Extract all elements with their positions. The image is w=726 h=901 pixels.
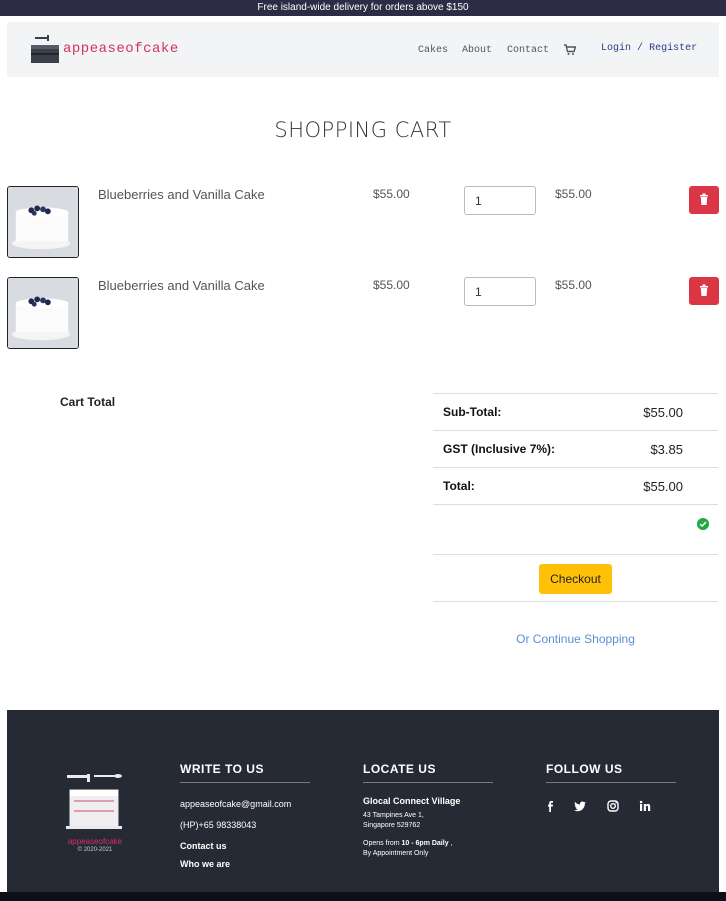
follow-heading: FOLLOW US <box>546 762 676 783</box>
quantity-input[interactable] <box>464 277 536 306</box>
product-image[interactable] <box>7 277 79 349</box>
linkedin-icon[interactable] <box>638 799 652 813</box>
nav-cakes[interactable]: Cakes <box>418 45 448 56</box>
contact-us-link[interactable]: Contact us <box>180 841 310 851</box>
contact-email[interactable]: appeaseofcake@gmail.com <box>180 799 310 809</box>
follow-us-column: FOLLOW US <box>546 762 676 783</box>
footer-brand-name: appeaseofcake <box>67 837 123 846</box>
trash-icon <box>700 284 708 296</box>
continue-shopping-link[interactable]: Or Continue Shopping <box>433 632 718 646</box>
brand-name[interactable]: appeaseofcake <box>63 41 179 57</box>
write-heading: WRITE TO US <box>180 762 310 783</box>
quantity-input[interactable] <box>464 186 536 215</box>
hours-value: 10 - 6pm Daily <box>401 840 449 847</box>
register-link[interactable]: Register <box>649 43 697 54</box>
remove-item-button[interactable] <box>689 277 719 305</box>
product-price: $55.00 <box>373 278 410 292</box>
opening-hours: Opens from 10 - 6pm Daily , <box>363 839 493 849</box>
facebook-icon[interactable] <box>543 799 557 813</box>
subtotal-label: Sub-Total: <box>443 405 502 419</box>
shopping-cart-icon[interactable] <box>564 44 576 56</box>
remove-item-button[interactable] <box>689 186 719 214</box>
cart-item: Blueberries and Vanilla Cake $55.00 $55.… <box>7 277 719 351</box>
copyright: © 2020-2021 <box>77 847 113 853</box>
subtotal-value: $55.00 <box>643 405 683 420</box>
total-label: Total: <box>443 479 475 493</box>
instagram-icon[interactable] <box>606 799 620 813</box>
line-total: $55.00 <box>555 278 592 292</box>
announcement-text: Free island-wide delivery for orders abo… <box>257 2 469 13</box>
login-link[interactable]: Login <box>601 43 631 54</box>
contact-phone[interactable]: (HP)+65 98338043 <box>180 820 310 830</box>
twitter-icon[interactable] <box>573 799 587 813</box>
gst-value: $3.85 <box>650 442 683 457</box>
total-value: $55.00 <box>643 479 683 494</box>
hours-suffix: , <box>448 840 453 847</box>
venue-name: Glocal Connect Village <box>363 796 461 806</box>
appointment-note: By Appointment Only <box>363 850 429 857</box>
gst-row: GST (Inclusive 7%): $3.85 <box>433 430 718 467</box>
checkout-row: Checkout <box>433 554 718 602</box>
product-name[interactable]: Blueberries and Vanilla Cake <box>98 187 265 202</box>
auth-links: Login / Register <box>601 43 697 54</box>
page-title: SHOPPING CART <box>274 118 452 142</box>
cart-total-heading: Cart Total <box>60 395 116 409</box>
product-name[interactable]: Blueberries and Vanilla Cake <box>98 278 265 293</box>
auth-separator: / <box>637 43 644 54</box>
total-row: Total: $55.00 <box>433 467 718 504</box>
bottom-edge-bar <box>0 892 726 901</box>
who-we-are-link[interactable]: Who we are <box>180 859 310 869</box>
address-line-2: Singapore 529762 <box>363 822 421 829</box>
locate-heading: LOCATE US <box>363 762 493 783</box>
verification-row <box>433 504 718 554</box>
product-price: $55.00 <box>373 187 410 201</box>
cake-logo-icon[interactable] <box>29 33 63 65</box>
footer: appeaseofcake © 2020-2021 WRITE TO US ap… <box>7 710 719 892</box>
trash-icon <box>700 193 708 205</box>
line-total: $55.00 <box>555 187 592 201</box>
product-image[interactable] <box>7 186 79 258</box>
cart-item: Blueberries and Vanilla Cake $55.00 $55.… <box>7 186 719 260</box>
order-summary: Sub-Total: $55.00 GST (Inclusive 7%): $3… <box>433 393 718 602</box>
write-to-us-column: WRITE TO US appeaseofcake@gmail.com (HP)… <box>180 762 310 869</box>
announcement-bar: Free island-wide delivery for orders abo… <box>0 0 726 16</box>
check-circle-icon <box>697 518 709 530</box>
nav-about[interactable]: About <box>462 45 492 56</box>
hours-prefix: Opens from <box>363 840 402 847</box>
locate-us-column: LOCATE US Glocal Connect Village 43 Tamp… <box>363 762 493 859</box>
nav-contact[interactable]: Contact <box>507 45 549 56</box>
checkout-button[interactable]: Checkout <box>539 564 612 594</box>
subtotal-row: Sub-Total: $55.00 <box>433 393 718 430</box>
address-line-1: 43 Tampines Ave 1, <box>363 812 424 819</box>
gst-label: GST (Inclusive 7%): <box>443 442 556 456</box>
navbar: appeaseofcake Cakes About Contact Login … <box>7 22 719 77</box>
